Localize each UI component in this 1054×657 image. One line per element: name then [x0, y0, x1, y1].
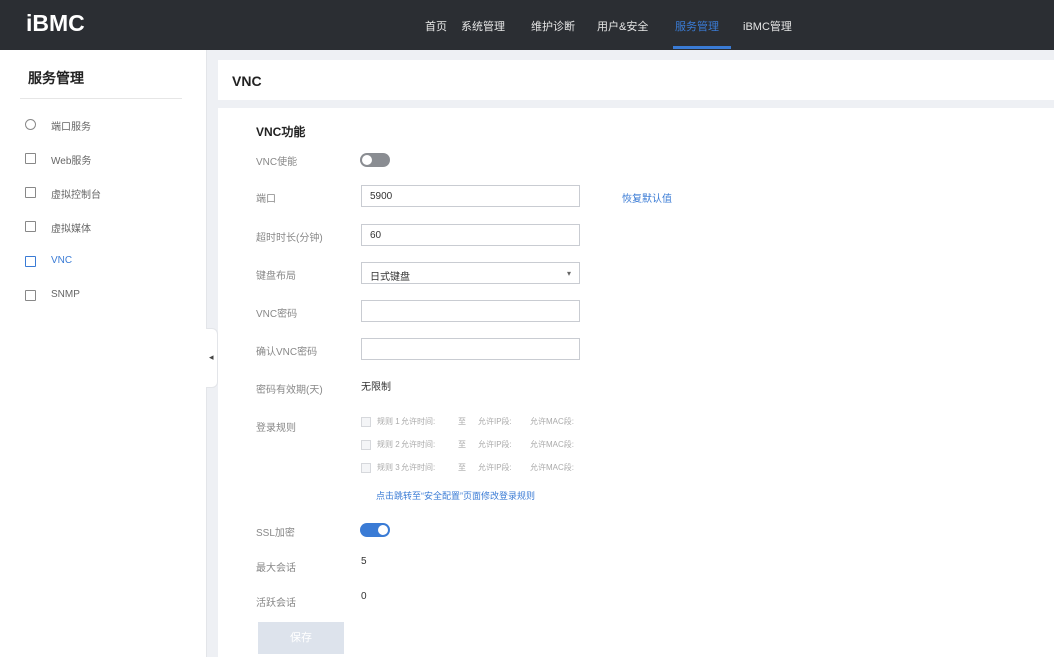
rule-ip-label: 允许IP段:	[478, 417, 512, 426]
sidebar-item-vnc[interactable]: VNC	[0, 252, 206, 274]
nav-ibmc[interactable]: iBMC管理	[743, 18, 792, 34]
confirm-password-input[interactable]	[361, 338, 580, 360]
nav-maintenance[interactable]: 维护诊断	[531, 18, 575, 34]
vnc-enable-label: VNC使能	[256, 157, 298, 168]
nav-user-security[interactable]: 用户&安全	[597, 18, 648, 34]
sidebar-collapse-button[interactable]: ◂	[206, 328, 218, 388]
logo: iBMC	[26, 10, 85, 36]
nav-services[interactable]: 服务管理	[675, 18, 719, 34]
rule-name: 规则 2	[377, 440, 400, 449]
chevron-left-icon: ◂	[209, 352, 214, 362]
rule-checkbox[interactable]	[361, 417, 371, 427]
sidebar-item-label: 虚拟控制台	[51, 190, 101, 201]
rule-time-label: 允许时间:	[401, 417, 436, 426]
timeout-input[interactable]: 60	[361, 224, 580, 246]
rule-mac-label: 允许MAC段:	[530, 440, 574, 449]
sidebar-item-virtual-console[interactable]: 虚拟控制台	[0, 183, 206, 205]
password-validity-label: 密码有效期(天)	[256, 385, 323, 396]
keyboard-layout-label: 键盘布局	[256, 271, 296, 282]
rule-time-label: 允许时间:	[401, 440, 436, 449]
max-sessions-label: 最大会话	[256, 563, 296, 574]
vnc-password-label: VNC密码	[256, 309, 298, 320]
nav-active-indicator	[673, 46, 731, 49]
page-title: VNC	[232, 73, 262, 89]
sidebar-item-label: 端口服务	[51, 122, 91, 133]
login-rules-label: 登录规则	[256, 423, 296, 434]
sidebar-item-label: SNMP	[51, 289, 80, 300]
sidebar-item-label: Web服务	[51, 156, 92, 167]
toggle-knob	[378, 525, 388, 535]
nav-system[interactable]: 系统管理	[461, 18, 505, 34]
save-button[interactable]: 保存	[258, 622, 344, 654]
nav-home[interactable]: 首页	[425, 18, 447, 34]
rule-time-label: 允许时间:	[401, 463, 436, 472]
rule-mac-label: 允许MAC段:	[530, 463, 574, 472]
active-sessions-label: 活跃会话	[256, 598, 296, 609]
page-header: VNC	[218, 60, 1054, 100]
rule-checkbox[interactable]	[361, 440, 371, 450]
keyboard-layout-select[interactable]: 日式键盘 ▾	[361, 262, 580, 284]
restore-default-link[interactable]: 恢复默认值	[622, 190, 672, 205]
ssl-toggle[interactable]	[360, 523, 390, 537]
vnc-icon	[25, 256, 36, 267]
chevron-down-icon: ▾	[566, 269, 571, 278]
toggle-knob	[362, 155, 372, 165]
vnc-password-input[interactable]	[361, 300, 580, 322]
vnc-settings-panel: VNC功能 VNC使能 端口 5900 恢复默认值 超时时长(分钟) 60 键盘…	[218, 108, 1054, 657]
rule-name: 规则 3	[377, 463, 400, 472]
active-sessions-value: 0	[361, 591, 367, 602]
sidebar: 服务管理 端口服务 Web服务 虚拟控制台 虚拟媒体 VNC SNMP	[0, 50, 207, 657]
keyboard-layout-value: 日式键盘	[370, 272, 410, 283]
sidebar-item-virtual-media[interactable]: 虚拟媒体	[0, 217, 206, 239]
port-input[interactable]: 5900	[361, 185, 580, 207]
web-icon	[25, 153, 36, 164]
port-label: 端口	[256, 194, 276, 205]
sidebar-divider	[20, 98, 182, 99]
rule-to-label: 至	[458, 417, 466, 426]
timeout-label: 超时时长(分钟)	[256, 233, 323, 244]
section-title: VNC功能	[256, 125, 306, 139]
globe-icon	[25, 119, 36, 130]
password-validity-value: 无限制	[361, 382, 391, 393]
rule-checkbox[interactable]	[361, 463, 371, 473]
sidebar-item-web-service[interactable]: Web服务	[0, 149, 206, 171]
rule-ip-label: 允许IP段:	[478, 440, 512, 449]
monitor-icon	[25, 187, 36, 198]
sidebar-item-port-service[interactable]: 端口服务	[0, 115, 206, 137]
top-bar: iBMC 首页 系统管理 维护诊断 用户&安全 服务管理 iBMC管理	[0, 0, 1054, 50]
snmp-icon	[25, 290, 36, 301]
sidebar-item-label: VNC	[51, 255, 73, 266]
vnc-enable-toggle[interactable]	[360, 153, 390, 167]
sidebar-title: 服务管理	[28, 70, 84, 86]
security-config-link[interactable]: 点击跳转至“安全配置”页面修改登录规则	[376, 489, 535, 502]
rule-to-label: 至	[458, 440, 466, 449]
sidebar-item-label: 虚拟媒体	[51, 224, 91, 235]
confirm-password-label: 确认VNC密码	[256, 347, 318, 358]
media-icon	[25, 221, 36, 232]
max-sessions-value: 5	[361, 556, 367, 567]
rule-to-label: 至	[458, 463, 466, 472]
ssl-label: SSL加密	[256, 528, 295, 539]
rule-ip-label: 允许IP段:	[478, 463, 512, 472]
sidebar-item-snmp[interactable]: SNMP	[0, 286, 206, 308]
rule-mac-label: 允许MAC段:	[530, 417, 574, 426]
rule-name: 规则 1	[377, 417, 400, 426]
